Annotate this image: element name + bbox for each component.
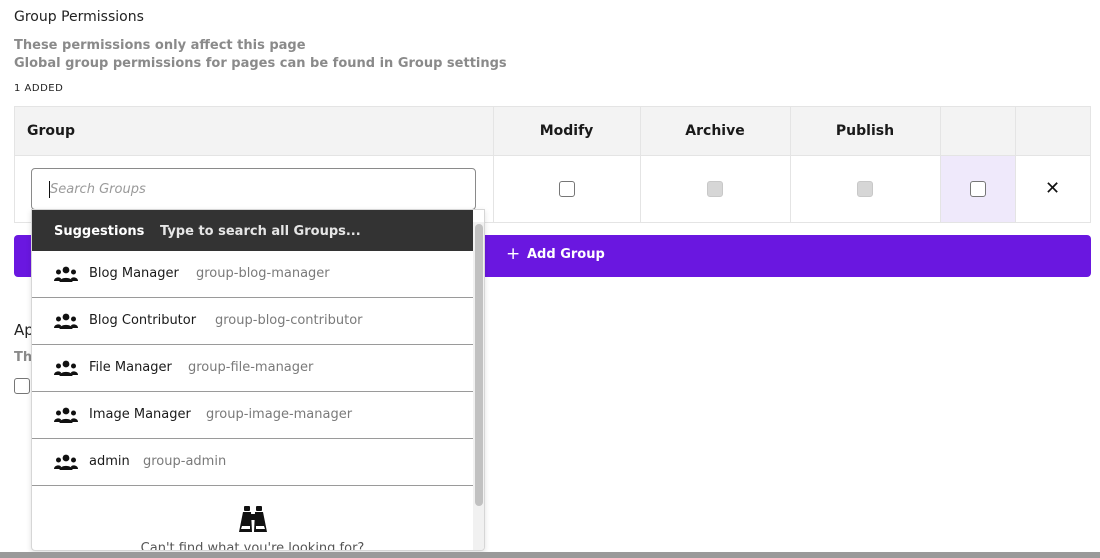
dropdown-scroll-thumb[interactable] [475,224,483,506]
section-description-2: Global group permissions for pages can b… [14,56,507,71]
suggestion-name: Image Manager [89,407,191,422]
remove-cell: ✕ [1015,156,1090,222]
search-groups-input[interactable]: Search Groups [31,168,476,210]
window-bottom-edge [0,552,1100,558]
suggestion-name: Blog Manager [89,266,179,281]
suggestion-slug: group-admin [143,454,227,469]
col-header-group: Group [27,123,76,139]
archive-cell [640,156,790,222]
suggestion-item[interactable]: Blog Contributor group-blog-contributor [32,298,473,345]
col-header-archive: Archive [685,123,745,139]
users-icon [54,407,78,423]
suggestion-name: admin [89,454,130,469]
section-description-1: These permissions only affect this page [14,38,306,53]
modify-cell [493,156,640,222]
col-header-modify: Modify [539,123,594,139]
suggestion-name: File Manager [89,360,172,375]
modify-checkbox[interactable] [558,181,575,197]
search-placeholder: Search Groups [50,182,146,197]
suggestion-item[interactable]: Blog Manager group-blog-manager [32,251,473,298]
users-icon [54,454,78,470]
users-icon [54,360,78,376]
archive-checkbox [707,181,723,197]
extra-checkbox[interactable] [969,181,986,197]
suggestion-slug: group-blog-manager [196,266,330,281]
users-icon [54,313,78,329]
added-count: 1 ADDED [14,83,64,94]
suggestion-item[interactable]: Image Manager group-image-manager [32,392,473,439]
suggestion-slug: group-image-manager [206,407,353,422]
suggestion-item[interactable]: admin group-admin [32,439,473,486]
suggestions-label: Suggestions [54,224,145,239]
publish-checkbox [857,181,873,197]
col-header-publish: Publish [835,123,895,139]
extra-cell [940,156,1015,222]
suggestion-name: Blog Contributor [89,313,197,328]
publish-cell [790,156,940,222]
binoculars-icon [239,506,267,532]
users-icon [54,266,78,282]
remove-row-button[interactable]: ✕ [1045,180,1060,198]
section-title: Group Permissions [14,9,144,25]
empty-hint: Can't find what you're looking for? [140,541,365,551]
suggestions-dropdown: Suggestions Type to search all Groups...… [31,209,485,551]
suggestion-slug: group-blog-contributor [215,313,363,328]
suggestion-slug: group-file-manager [188,360,314,375]
suggestion-item[interactable]: File Manager group-file-manager [32,345,473,392]
plus-icon: + [506,244,521,264]
approval-checkbox[interactable] [14,378,30,394]
suggestions-header: Suggestions Type to search all Groups... [32,210,473,251]
suggestions-hint: Type to search all Groups... [160,224,361,239]
approval-text: Th [14,350,33,365]
add-group-label: Add Group [527,247,605,262]
table-header: Group Modify Archive Publish [15,107,1090,156]
